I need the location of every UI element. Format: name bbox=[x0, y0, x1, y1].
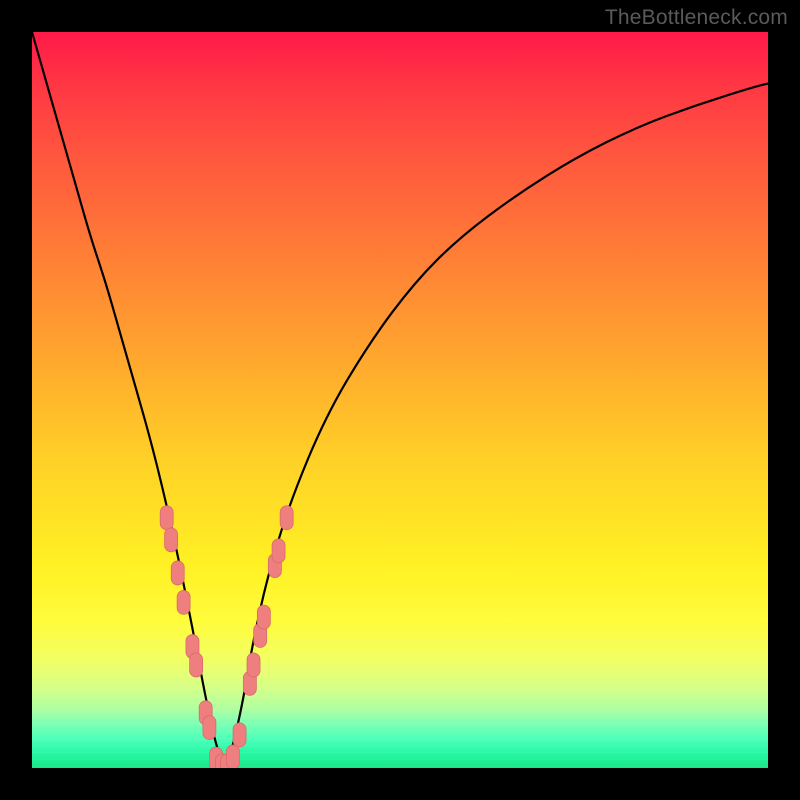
curve-marker bbox=[177, 590, 190, 614]
curve-marker bbox=[272, 539, 285, 563]
curve-marker bbox=[233, 723, 246, 747]
curve-marker bbox=[226, 745, 239, 768]
curve-marker bbox=[280, 506, 293, 530]
curve-marker bbox=[190, 653, 203, 677]
chart-svg bbox=[32, 32, 768, 768]
curve-marker bbox=[165, 528, 178, 552]
bottleneck-curve bbox=[32, 32, 768, 764]
curve-marker bbox=[247, 653, 260, 677]
curve-marker bbox=[171, 561, 184, 585]
watermark-text: TheBottleneck.com bbox=[605, 6, 788, 30]
curve-markers bbox=[160, 506, 293, 768]
chart-frame: TheBottleneck.com bbox=[0, 0, 800, 800]
curve-marker bbox=[203, 716, 216, 740]
curve-marker bbox=[257, 605, 270, 629]
curve-marker bbox=[160, 506, 173, 530]
plot-area bbox=[32, 32, 768, 768]
